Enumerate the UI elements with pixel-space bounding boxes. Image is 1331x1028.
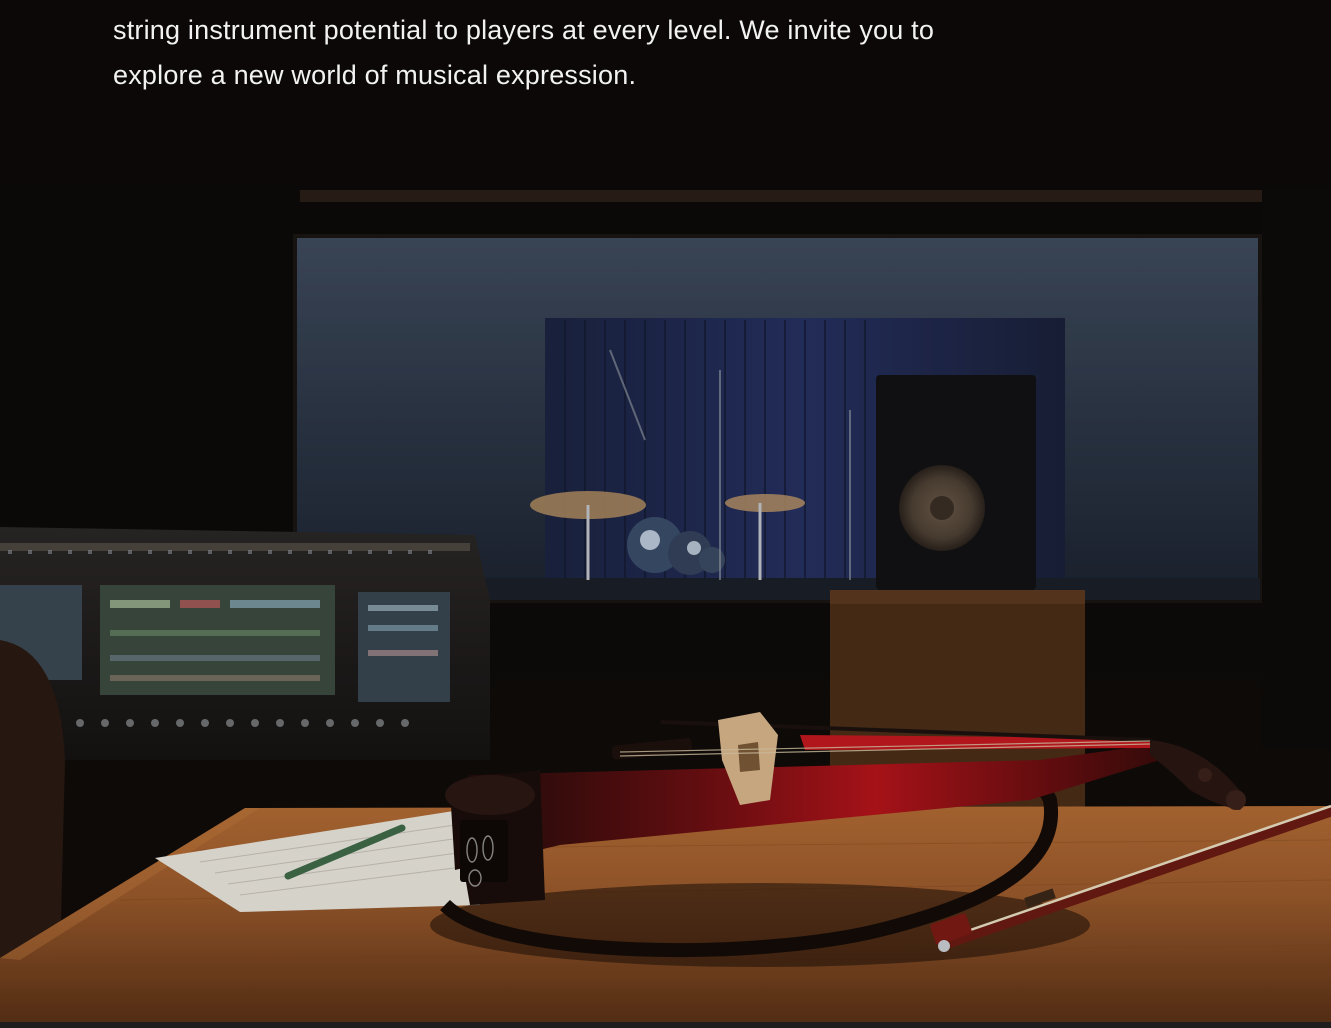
intro-paragraph: string instrument potential to players a… xyxy=(113,8,1073,98)
studio-violin-photo xyxy=(0,0,1331,1028)
page: string instrument potential to players a… xyxy=(0,0,1331,1028)
bottom-edge-bar xyxy=(0,1022,1331,1028)
intro-line-2: explore a new world of musical expressio… xyxy=(113,60,637,90)
intro-line-1: string instrument potential to players a… xyxy=(113,15,935,45)
